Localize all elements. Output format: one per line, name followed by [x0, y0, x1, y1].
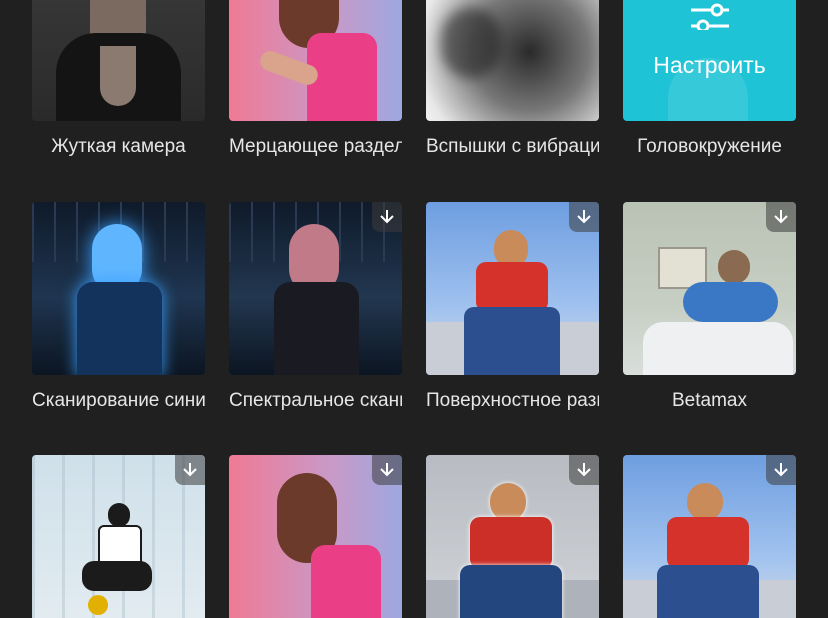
download-icon: [380, 463, 394, 477]
effect-label: Головокружение: [637, 136, 782, 157]
effect-thumbnail[interactable]: [229, 455, 402, 618]
download-button[interactable]: [569, 202, 599, 232]
download-button[interactable]: [175, 455, 205, 485]
effect-thumbnail[interactable]: [229, 202, 402, 375]
effect-thumbnail[interactable]: [426, 202, 599, 375]
effect-label: Поверхностное размытие: [426, 390, 599, 411]
adjust-label: Настроить: [653, 52, 766, 78]
download-button[interactable]: [372, 202, 402, 232]
effect-thumbnail[interactable]: [229, 0, 402, 121]
effect-card[interactable]: [426, 455, 599, 618]
effect-thumbnail[interactable]: [623, 455, 796, 618]
effect-thumbnail-selected[interactable]: Настроить: [623, 0, 796, 121]
download-icon: [577, 210, 591, 224]
effect-card[interactable]: Поверхностное размытие: [426, 202, 599, 411]
effect-card[interactable]: Жуткая камера: [32, 0, 205, 157]
effect-label: Betamax: [672, 390, 747, 411]
effect-card[interactable]: [229, 455, 402, 618]
download-icon: [183, 463, 197, 477]
effect-thumbnail[interactable]: [426, 0, 599, 121]
effect-label: Вспышки с вибрацией: [426, 136, 599, 157]
effect-card[interactable]: Настроить Головокружение: [623, 0, 796, 157]
effect-label: Жуткая камера: [51, 136, 186, 157]
download-icon: [774, 463, 788, 477]
download-icon: [774, 210, 788, 224]
effect-card[interactable]: [623, 455, 796, 618]
effect-card[interactable]: Мерцающее разделение: [229, 0, 402, 157]
effect-thumbnail[interactable]: [426, 455, 599, 618]
effect-thumbnail[interactable]: [32, 455, 205, 618]
effect-card[interactable]: Betamax: [623, 202, 796, 411]
sliders-icon: [691, 3, 729, 30]
download-button[interactable]: [766, 202, 796, 232]
effect-card[interactable]: Спектральное сканирование: [229, 202, 402, 411]
effect-card[interactable]: [32, 455, 205, 618]
download-icon: [380, 210, 394, 224]
effect-label: Мерцающее разделение: [229, 136, 402, 157]
effect-card[interactable]: Сканирование синим: [32, 202, 205, 411]
download-button[interactable]: [766, 455, 796, 485]
effects-grid: Жуткая камера Мерцающее разделение Вспыш…: [0, 0, 828, 618]
effect-label: Сканирование синим: [32, 390, 205, 411]
effect-label: Спектральное сканирование: [229, 390, 402, 411]
download-icon: [577, 463, 591, 477]
effect-thumbnail[interactable]: [32, 202, 205, 375]
effect-thumbnail[interactable]: [32, 0, 205, 121]
effect-card[interactable]: Вспышки с вибрацией: [426, 0, 599, 157]
download-button[interactable]: [569, 455, 599, 485]
effect-thumbnail[interactable]: [623, 202, 796, 375]
download-button[interactable]: [372, 455, 402, 485]
